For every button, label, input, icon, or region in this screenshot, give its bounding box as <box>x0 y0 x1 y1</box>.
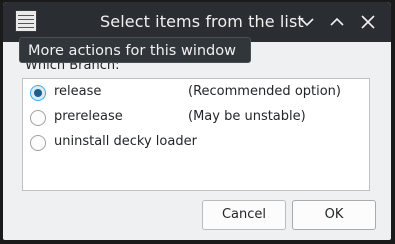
minimize-button[interactable] <box>296 11 318 33</box>
options-list: release (Recommended option) prerelease … <box>22 78 370 191</box>
maximize-button[interactable] <box>326 11 348 33</box>
close-icon <box>361 15 375 29</box>
menu-icon[interactable] <box>15 10 37 32</box>
option-label: release <box>54 84 102 99</box>
window-title: Select items from the list <box>100 12 304 31</box>
option-prerelease[interactable]: prerelease (May be unstable) <box>23 106 369 130</box>
option-description: (Recommended option) <box>188 84 341 99</box>
tooltip: More actions for this window <box>19 37 251 63</box>
dialog-window: Select items from the list Which Branch:… <box>3 2 391 240</box>
option-label: uninstall decky loader <box>54 134 197 149</box>
radio-button-checked[interactable] <box>30 85 46 101</box>
option-description: (May be unstable) <box>188 109 306 124</box>
chevron-up-icon <box>330 17 344 26</box>
option-uninstall-decky-loader[interactable]: uninstall decky loader <box>23 131 369 155</box>
title-bar: Select items from the list <box>3 2 391 42</box>
close-button[interactable] <box>357 11 379 33</box>
option-release[interactable]: release (Recommended option) <box>23 81 369 105</box>
radio-button[interactable] <box>30 135 46 151</box>
radio-button[interactable] <box>30 110 46 126</box>
cancel-button[interactable]: Cancel <box>202 200 286 230</box>
chevron-down-icon <box>300 18 314 27</box>
ok-button[interactable]: OK <box>292 200 376 230</box>
option-label: prerelease <box>54 109 123 124</box>
